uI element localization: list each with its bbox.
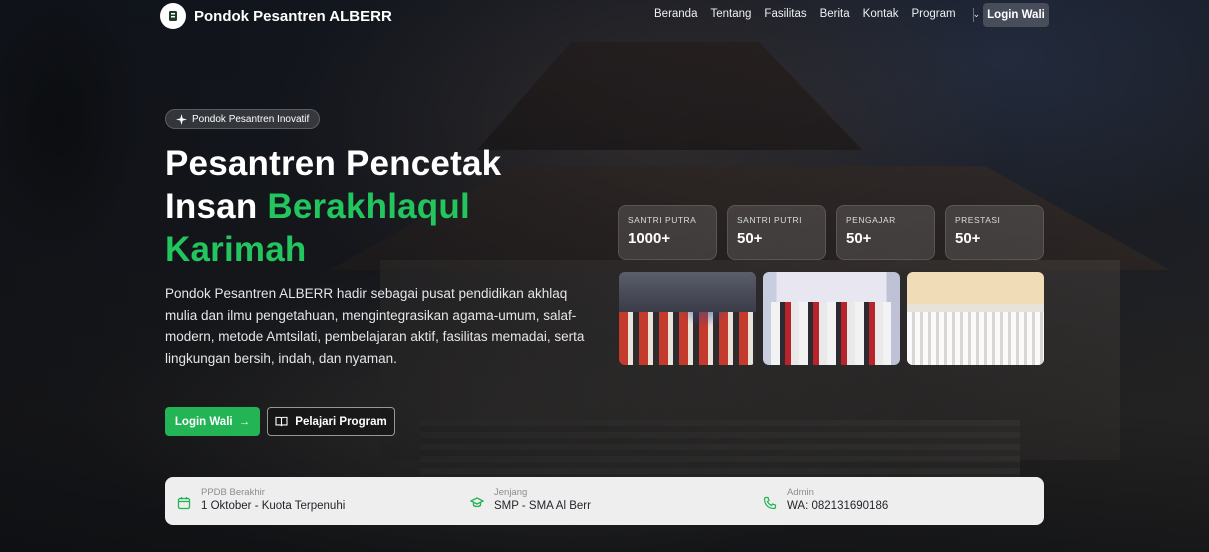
hero-title: Pesantren Pencetak Insan Berakhlaqul Kar… [165, 142, 605, 271]
stat-value: 50+ [846, 230, 872, 247]
info-admin[interactable]: Admin WA: 082131690186 [763, 487, 888, 512]
hero-badge: Pondok Pesantren Inovatif [165, 109, 321, 129]
pelajari-program-label: Pelajari Program [295, 415, 387, 428]
logo-icon [160, 3, 186, 29]
hero-description: Pondok Pesantren ALBERR hadir sebagai pu… [165, 286, 585, 366]
hero-title-line-3: Karimah [165, 230, 307, 269]
hero-title-line-2: Insan Berakhlaqul [165, 185, 605, 228]
stat-label: SANTRI PUTRA [628, 215, 697, 225]
info-label: PPDB Berakhir [201, 487, 265, 498]
stat-card-santri-putri: SANTRI PUTRI 50+ [727, 205, 826, 260]
phone-icon [763, 496, 777, 510]
graduation-cap-icon [470, 497, 484, 508]
nav-link-tentang[interactable]: Tentang [710, 8, 751, 20]
nav-divider [973, 8, 974, 22]
photo-gallery [619, 272, 1044, 365]
brand[interactable]: Pondok Pesantren ALBERR [160, 3, 392, 29]
hero-title-line-1: Pesantren Pencetak [165, 144, 502, 183]
login-wali-label: Login Wali [174, 415, 233, 428]
info-value: SMP - SMA Al Berr [494, 500, 591, 512]
hero-title-insan: Insan [165, 187, 268, 226]
info-jenjang: Jenjang SMP - SMA Al Berr [470, 487, 591, 512]
nav-link-berita[interactable]: Berita [820, 8, 850, 20]
info-label: Jenjang [494, 487, 528, 498]
info-value: 1 Oktober - Kuota Terpenuhi [201, 500, 346, 512]
hero-title-highlight: Berakhlaqul [267, 187, 470, 226]
info-label: Admin [787, 487, 814, 498]
sparkle-icon [176, 113, 187, 125]
gallery-photo-3[interactable] [907, 272, 1044, 365]
brand-name: Pondok Pesantren ALBERR [194, 7, 392, 25]
nav-link-beranda[interactable]: Beranda [654, 8, 697, 20]
gallery-photo-1[interactable] [619, 272, 756, 365]
info-ppdb: PPDB Berakhir 1 Oktober - Kuota Terpenuh… [177, 487, 345, 512]
top-navbar: Pondok Pesantren ALBERR Beranda Tentang … [0, 0, 1209, 32]
stat-label: PENGAJAR [846, 215, 896, 225]
stat-value: 50+ [955, 230, 981, 247]
gallery-photo-2[interactable] [763, 272, 900, 365]
pelajari-program-button[interactable]: Pelajari Program [267, 407, 395, 436]
hero-badge-label: Pondok Pesantren Inovatif [192, 113, 310, 125]
nav-links: Beranda Tentang Fasilitas Berita Kontak … [654, 8, 1006, 20]
nav-link-fasilitas[interactable]: Fasilitas [764, 8, 806, 20]
book-icon [275, 416, 288, 427]
info-value: WA: 082131690186 [787, 500, 889, 512]
stat-value: 50+ [737, 230, 763, 247]
stat-card-prestasi: PRESTASI 50+ [945, 205, 1044, 260]
nav-link-kontak[interactable]: Kontak [863, 8, 899, 20]
stat-card-pengajar: PENGAJAR 50+ [836, 205, 935, 260]
stats-cards: SANTRI PUTRA 1000+ SANTRI PUTRI 50+ PENG… [618, 205, 1044, 260]
login-wali-button[interactable]: Login Wali → [165, 407, 260, 436]
arrow-right-icon: → [238, 415, 251, 428]
calendar-icon [177, 497, 191, 510]
stat-label: PRESTASI [955, 215, 1001, 225]
login-wali-nav-button[interactable]: Login Wali [983, 3, 1049, 27]
stat-value: 1000+ [628, 230, 671, 247]
nav-link-program-label: Program [911, 8, 956, 20]
info-bar: PPDB Berakhir 1 Oktober - Kuota Terpenuh… [165, 477, 1044, 525]
stat-card-santri-putra: SANTRI PUTRA 1000+ [618, 205, 717, 260]
nav-link-program[interactable]: Program ⌄ [911, 8, 993, 20]
stat-label: SANTRI PUTRI [737, 215, 803, 225]
